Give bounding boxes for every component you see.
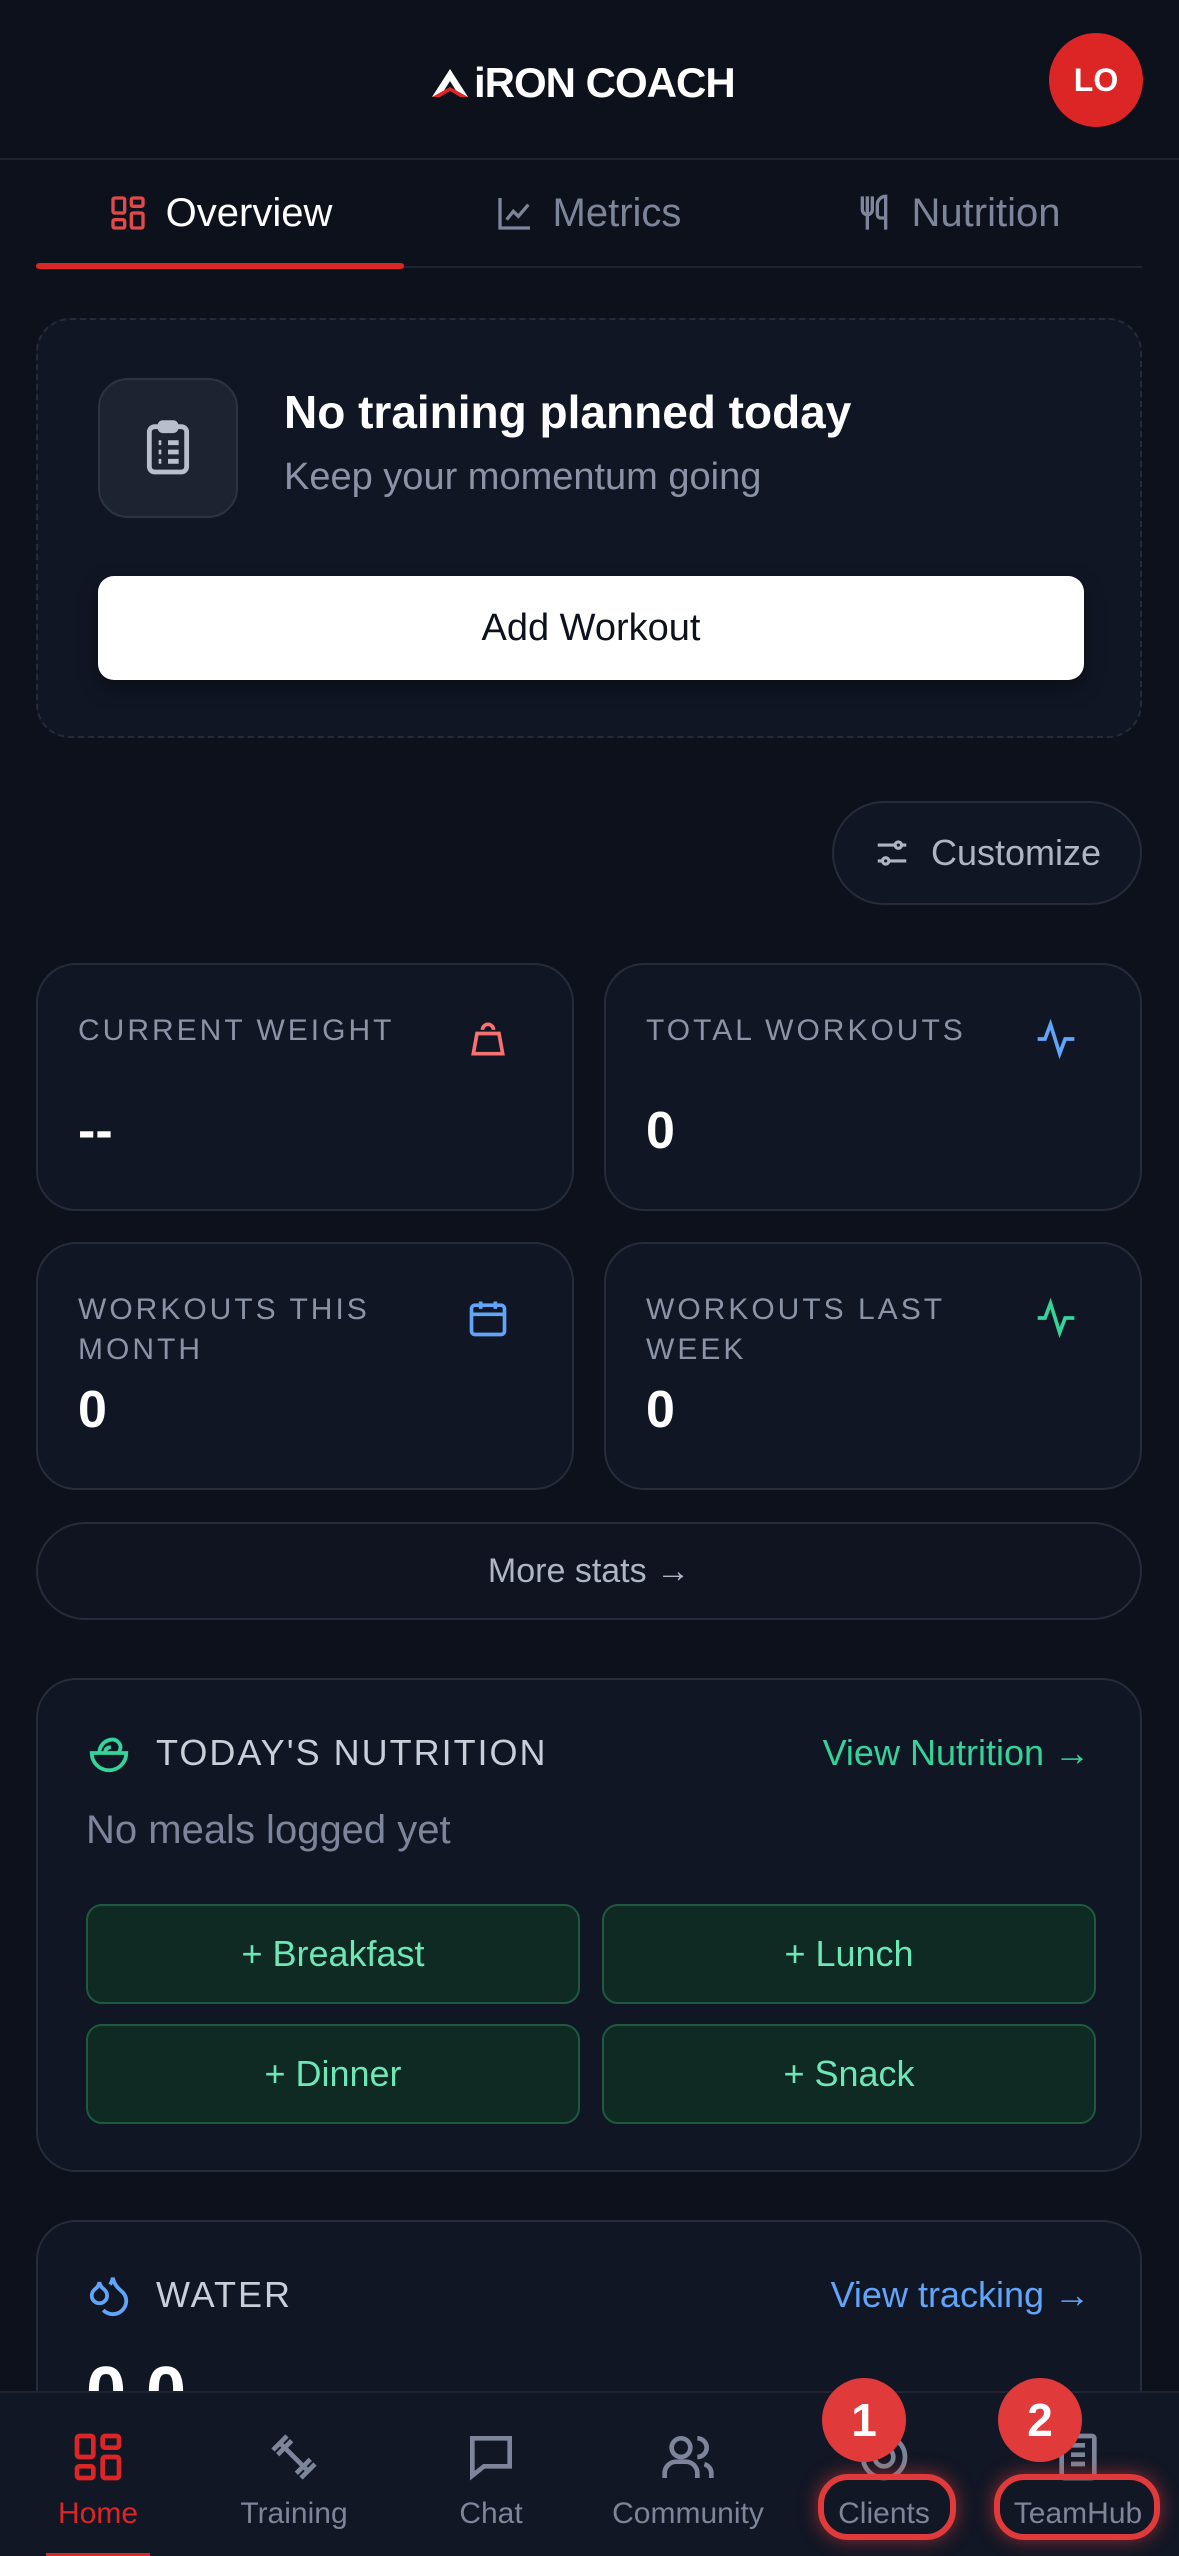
activity-icon: [1037, 1018, 1075, 1060]
add-snack-button[interactable]: + Snack: [602, 2024, 1096, 2124]
add-dinner-button[interactable]: + Dinner: [86, 2024, 580, 2124]
app-header: iRON COACH LO: [0, 0, 1179, 160]
stat-label: CURRENT WEIGHT: [78, 1014, 395, 1047]
no-training-card: No training planned today Keep your mome…: [36, 318, 1142, 738]
nav-home[interactable]: Home: [44, 2393, 152, 2556]
customize-button[interactable]: Customize: [832, 801, 1142, 905]
nav-chat[interactable]: Chat: [436, 2393, 546, 2556]
add-workout-button[interactable]: Add Workout: [98, 576, 1084, 680]
nutrition-card: TODAY'S NUTRITION View Nutrition → No me…: [36, 1678, 1142, 2172]
stat-total-workouts[interactable]: TOTAL WORKOUTS 0: [604, 963, 1142, 1211]
stat-label: WORKOUTS THIS MONTH: [78, 1293, 370, 1366]
nav-label: Home: [57, 2497, 139, 2530]
tab-label: Metrics: [552, 190, 682, 235]
water-title: WATER: [156, 2274, 292, 2315]
nutrition-title: TODAY'S NUTRITION: [156, 1732, 548, 1773]
stat-value: 0: [646, 1102, 675, 1160]
droplets-icon: [89, 2277, 129, 2317]
highlight-ring-clients: [818, 2474, 956, 2540]
users-icon: [662, 2436, 714, 2478]
tab-overview[interactable]: Overview: [36, 160, 404, 269]
nav-training[interactable]: Training: [224, 2393, 364, 2556]
weight-icon: [471, 1022, 505, 1056]
no-training-subtitle: Keep your momentum going: [284, 456, 762, 498]
nav-label: Community: [612, 2497, 764, 2530]
nav-label: Chat: [459, 2497, 523, 2530]
nav-label: Training: [240, 2497, 348, 2530]
no-meals-text: No meals logged yet: [86, 1808, 451, 1852]
grid-icon: [110, 196, 145, 230]
add-lunch-button[interactable]: + Lunch: [602, 1904, 1096, 2004]
annotation-badge-1: 1: [822, 2378, 906, 2462]
dumbbell-icon: [271, 2434, 317, 2480]
activity-icon: [1037, 1297, 1075, 1339]
highlight-ring-teamhub: [994, 2474, 1160, 2540]
tab-label: Overview: [165, 190, 333, 235]
stat-workouts-last-week[interactable]: WORKOUTS LAST WEEK 0: [604, 1242, 1142, 1490]
home-grid-icon: [74, 2433, 122, 2481]
line-chart-icon: [497, 198, 530, 230]
salad-icon: [89, 1737, 129, 1773]
more-stats-button[interactable]: More stats →: [36, 1522, 1142, 1620]
tab-bar: Overview Metrics Nutrition: [36, 160, 1142, 269]
stat-current-weight[interactable]: CURRENT WEIGHT --: [36, 963, 574, 1211]
tab-nutrition[interactable]: Nutrition: [772, 160, 1142, 266]
view-tracking-link[interactable]: View tracking →: [831, 2274, 1090, 2316]
stat-label: TOTAL WORKOUTS: [646, 1014, 966, 1047]
stat-workouts-this-month[interactable]: WORKOUTS THIS MONTH 0: [36, 1242, 574, 1490]
customize-label: Customize: [930, 832, 1102, 873]
no-training-title: No training planned today: [284, 386, 852, 438]
annotation-badge-2: 2: [998, 2378, 1082, 2462]
tab-metrics[interactable]: Metrics: [404, 160, 772, 266]
stat-value: --: [78, 1102, 113, 1160]
avatar[interactable]: LO: [1049, 33, 1143, 127]
app-logo: iRON COACH: [430, 55, 736, 111]
calendar-icon: [469, 1301, 507, 1337]
tab-label: Nutrition: [911, 190, 1061, 235]
stat-label: WORKOUTS LAST WEEK: [646, 1293, 945, 1366]
add-breakfast-button[interactable]: + Breakfast: [86, 1904, 580, 2004]
sliders-icon: [877, 840, 907, 866]
clipboard-icon: [98, 378, 238, 518]
nav-community[interactable]: Community: [596, 2393, 780, 2556]
stat-value: 0: [78, 1381, 107, 1439]
logo-mark-icon: [430, 63, 470, 103]
utensils-icon: [860, 194, 887, 230]
view-nutrition-link[interactable]: View Nutrition →: [823, 1732, 1090, 1774]
chat-icon: [470, 2436, 512, 2481]
stat-value: 0: [646, 1381, 675, 1439]
logo-text: iRON COACH: [474, 59, 736, 106]
